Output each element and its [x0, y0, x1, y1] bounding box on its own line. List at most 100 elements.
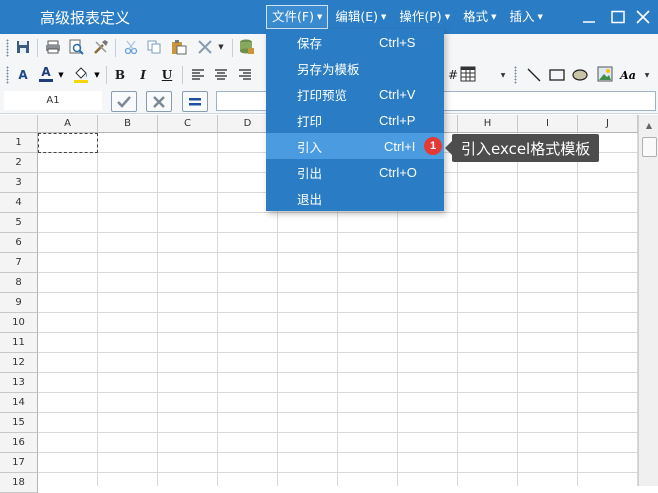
column-header[interactable]: B [98, 115, 158, 133]
maximize-icon [611, 10, 625, 24]
menu-format[interactable]: 格式 ▼ [457, 5, 502, 29]
maximize-button[interactable] [607, 7, 629, 27]
column-header[interactable]: C [158, 115, 218, 133]
font-color-button[interactable]: A [37, 64, 55, 82]
cancel-button[interactable] [146, 91, 172, 112]
row-header[interactable]: 4 [0, 193, 38, 213]
row-header[interactable]: 10 [0, 313, 38, 333]
picture-icon [597, 66, 613, 82]
close-button[interactable] [632, 7, 654, 27]
menu-item-label: 打印 [297, 113, 323, 129]
print-button[interactable] [44, 38, 62, 56]
menu-item-print-preview[interactable]: 打印预览 Ctrl+V [266, 81, 444, 107]
cut-button[interactable] [122, 38, 140, 56]
menu-item-save[interactable]: 保存 Ctrl+S [266, 29, 444, 55]
column-header[interactable]: I [518, 115, 578, 133]
select-all-corner[interactable] [0, 115, 38, 133]
check-icon [117, 95, 131, 108]
database-icon [240, 39, 254, 54]
picture-tool-button[interactable] [596, 65, 614, 83]
align-right-button[interactable] [236, 66, 254, 84]
column-header[interactable]: A [38, 115, 98, 133]
row-header[interactable]: 17 [0, 453, 38, 473]
text-style-button[interactable]: Aa [619, 66, 637, 84]
save-button[interactable] [14, 38, 32, 56]
active-cell[interactable] [38, 133, 98, 153]
align-left-button[interactable] [189, 66, 207, 84]
toolbar-overflow-button[interactable]: ▼ [498, 64, 508, 86]
menu-item-shortcut: Ctrl+I [384, 138, 416, 154]
row-header[interactable]: 11 [0, 333, 38, 353]
table-button[interactable] [459, 65, 477, 83]
menu-item-shortcut: Ctrl+V [379, 86, 416, 102]
vertical-scrollbar[interactable]: ▲ [638, 115, 658, 486]
chevron-down-icon: ▼ [58, 71, 64, 79]
font-button[interactable]: A [14, 66, 32, 84]
italic-button[interactable]: I [134, 66, 152, 84]
print-preview-button[interactable] [67, 38, 85, 56]
copy-icon [147, 40, 161, 54]
menu-file[interactable]: 文件(F) ▼ [266, 5, 329, 29]
row-header[interactable]: 8 [0, 273, 38, 293]
row-header[interactable]: 6 [0, 233, 38, 253]
align-center-button[interactable] [212, 66, 230, 84]
row-header[interactable]: 9 [0, 293, 38, 313]
fill-color-button[interactable] [72, 65, 90, 83]
minimize-button[interactable] [578, 7, 600, 27]
menu-item-shortcut: Ctrl+P [379, 112, 416, 128]
table-icon [460, 66, 476, 82]
menu-file-label: 文件(F) [272, 9, 314, 24]
row-header[interactable]: 2 [0, 153, 38, 173]
menu-item-exit[interactable]: 退出 [266, 185, 444, 211]
column-header[interactable]: J [578, 115, 638, 133]
menu-item-save-as-template[interactable]: 另存为模板 [266, 55, 444, 81]
font-color-dropdown[interactable]: ▼ [56, 66, 66, 84]
cell-reference-box[interactable]: A1 [4, 91, 102, 110]
toolbar-separator [37, 39, 38, 57]
menu-edit[interactable]: 编辑(E) ▼ [329, 5, 392, 29]
row-header[interactable]: 16 [0, 433, 38, 453]
align-center-icon [215, 69, 227, 80]
row-header[interactable]: 15 [0, 413, 38, 433]
chevron-down-icon: ▼ [500, 71, 506, 79]
underline-button[interactable]: U [158, 66, 176, 84]
toolbar-overflow-button[interactable]: ▼ [642, 64, 652, 86]
chevron-down-icon: ▼ [491, 13, 497, 21]
rectangle-tool-button[interactable] [548, 66, 566, 84]
bold-button[interactable]: B [111, 66, 129, 84]
row-header[interactable]: 18 [0, 473, 38, 493]
clear-dropdown[interactable]: ▼ [216, 38, 226, 56]
fill-color-dropdown[interactable]: ▼ [92, 66, 102, 84]
scroll-up-icon[interactable]: ▲ [642, 118, 656, 132]
toolbar-grip[interactable] [6, 39, 9, 57]
menu-item-import[interactable]: 引入 Ctrl+I [266, 133, 444, 159]
tools-button[interactable] [92, 38, 110, 56]
toolbar-grip[interactable] [514, 66, 517, 84]
row-header[interactable]: 7 [0, 253, 38, 273]
fill-color-icon [74, 67, 88, 83]
row-header[interactable]: 13 [0, 373, 38, 393]
clear-button[interactable] [196, 38, 214, 56]
align-left-icon [192, 69, 204, 80]
menu-operation[interactable]: 操作(P) ▼ [393, 5, 456, 29]
menu-item-print[interactable]: 打印 Ctrl+P [266, 107, 444, 133]
ellipse-tool-button[interactable] [571, 66, 589, 84]
scrollbar-thumb[interactable] [642, 137, 657, 157]
copy-button[interactable] [145, 38, 163, 56]
underline-icon: U [161, 68, 173, 82]
column-header[interactable]: H [458, 115, 518, 133]
row-header[interactable]: 1 [0, 133, 38, 153]
row-header[interactable]: 5 [0, 213, 38, 233]
toolbar-grip[interactable] [6, 66, 9, 84]
menu-item-export[interactable]: 引出 Ctrl+O [266, 159, 444, 185]
database-button[interactable] [238, 38, 256, 56]
row-header[interactable]: 3 [0, 173, 38, 193]
formula-equals-button[interactable] [182, 91, 208, 112]
confirm-button[interactable] [111, 91, 137, 112]
row-header[interactable]: 12 [0, 353, 38, 373]
menu-insert[interactable]: 插入 ▼ [503, 5, 548, 29]
row-header[interactable]: 14 [0, 393, 38, 413]
paste-button[interactable] [170, 38, 188, 56]
line-tool-button[interactable] [525, 66, 543, 84]
menu-format-label: 格式 [463, 9, 489, 24]
